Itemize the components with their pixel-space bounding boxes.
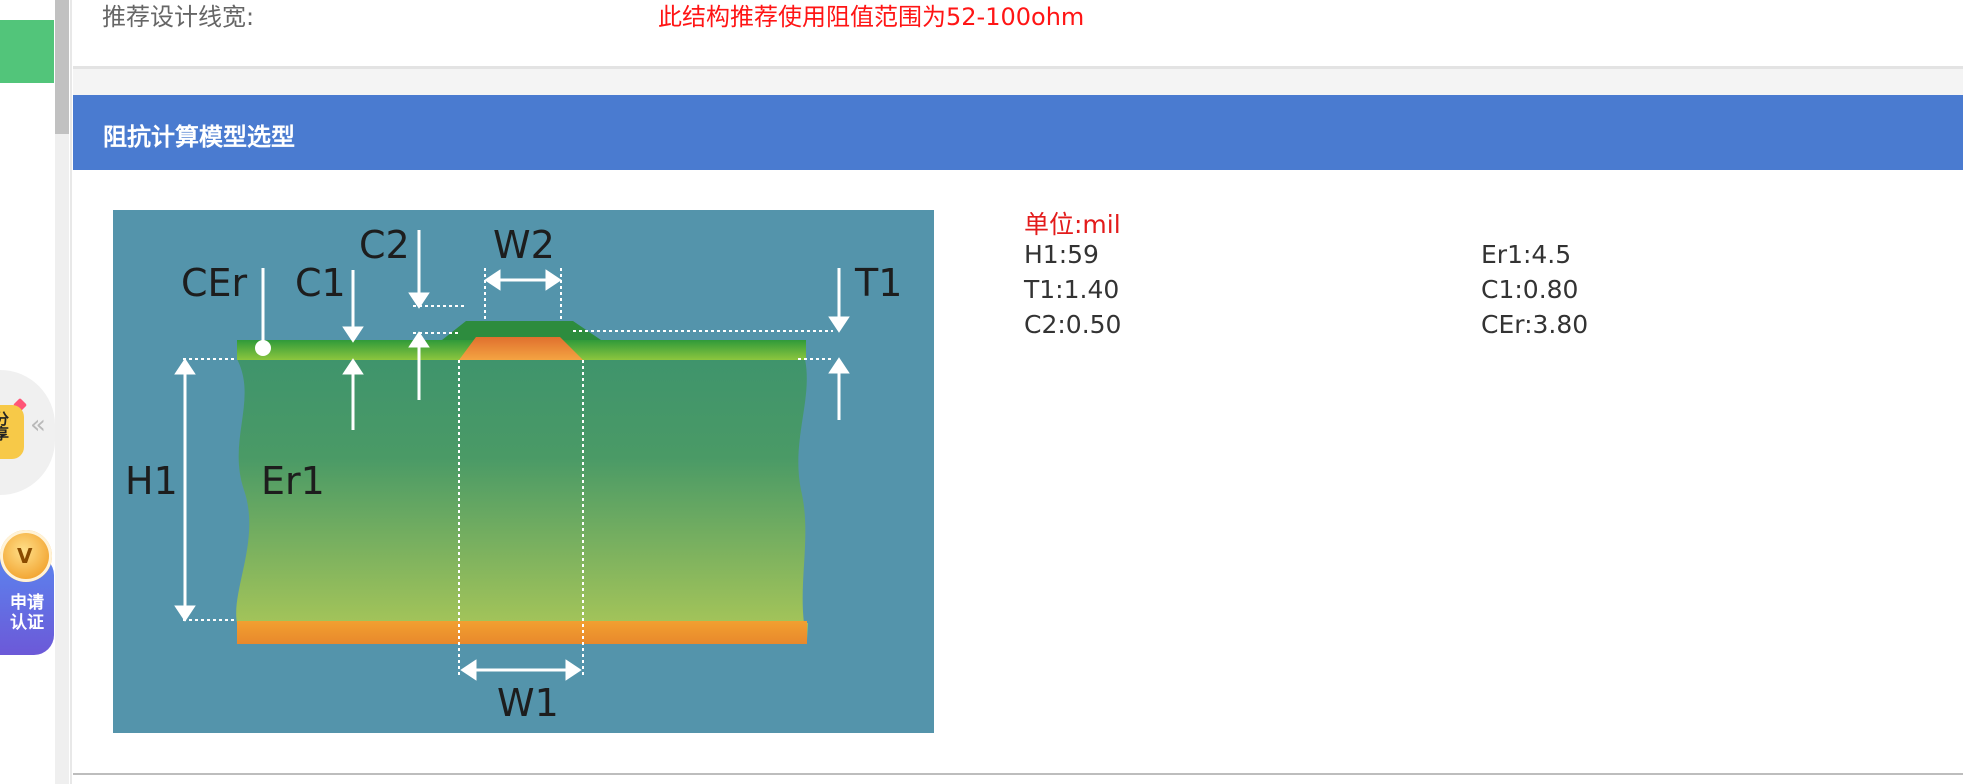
recommended-width-value: 此结构推荐使用阻值范围为52-100ohm bbox=[658, 3, 1085, 31]
share-badge[interactable]: 分享 bbox=[0, 405, 24, 459]
recommended-width-row: 推荐设计线宽: 此结构推荐使用阻值范围为52-100ohm bbox=[73, 0, 1963, 69]
vip-crown-icon: V bbox=[0, 530, 52, 582]
param-h1: H1:59 bbox=[1024, 240, 1099, 269]
section-bottom-divider bbox=[73, 773, 1963, 775]
label-c1: C1 bbox=[295, 261, 346, 305]
label-t1: T1 bbox=[854, 261, 902, 305]
unit-label: 单位:mil bbox=[1024, 210, 1121, 239]
recommended-width-label: 推荐设计线宽: bbox=[102, 3, 255, 31]
impedance-model-diagram: C2 W2 CEr C1 T1 H1 Er1 W1 bbox=[113, 210, 934, 733]
label-h1: H1 bbox=[125, 459, 178, 503]
vip-crown-text: V bbox=[17, 544, 33, 568]
apply-certification-label[interactable]: 申请认证 bbox=[6, 593, 48, 633]
label-w1: W1 bbox=[497, 681, 559, 725]
param-cer: CEr:3.80 bbox=[1481, 310, 1589, 339]
double-chevron-left-icon[interactable]: « bbox=[30, 412, 46, 438]
param-c1: C1:0.80 bbox=[1481, 275, 1579, 304]
param-c2: C2:0.50 bbox=[1024, 310, 1122, 339]
label-er1: Er1 bbox=[261, 459, 325, 503]
param-er1: Er1:4.5 bbox=[1481, 240, 1572, 269]
content-divider bbox=[70, 0, 72, 784]
param-t1: T1:1.40 bbox=[1024, 275, 1120, 304]
label-cer: CEr bbox=[181, 261, 248, 305]
section-title: 阻抗计算模型选型 bbox=[103, 123, 295, 151]
scrollbar-thumb[interactable] bbox=[55, 0, 69, 134]
label-c2: C2 bbox=[359, 223, 410, 267]
floating-green-tab[interactable] bbox=[0, 20, 54, 83]
ground-plane bbox=[237, 621, 807, 644]
section-gap bbox=[73, 69, 1963, 95]
share-badge-text: 分享 bbox=[0, 411, 10, 441]
cer-marker bbox=[255, 340, 271, 356]
section-header: 阻抗计算模型选型 bbox=[73, 95, 1963, 170]
label-w2: W2 bbox=[493, 223, 555, 267]
